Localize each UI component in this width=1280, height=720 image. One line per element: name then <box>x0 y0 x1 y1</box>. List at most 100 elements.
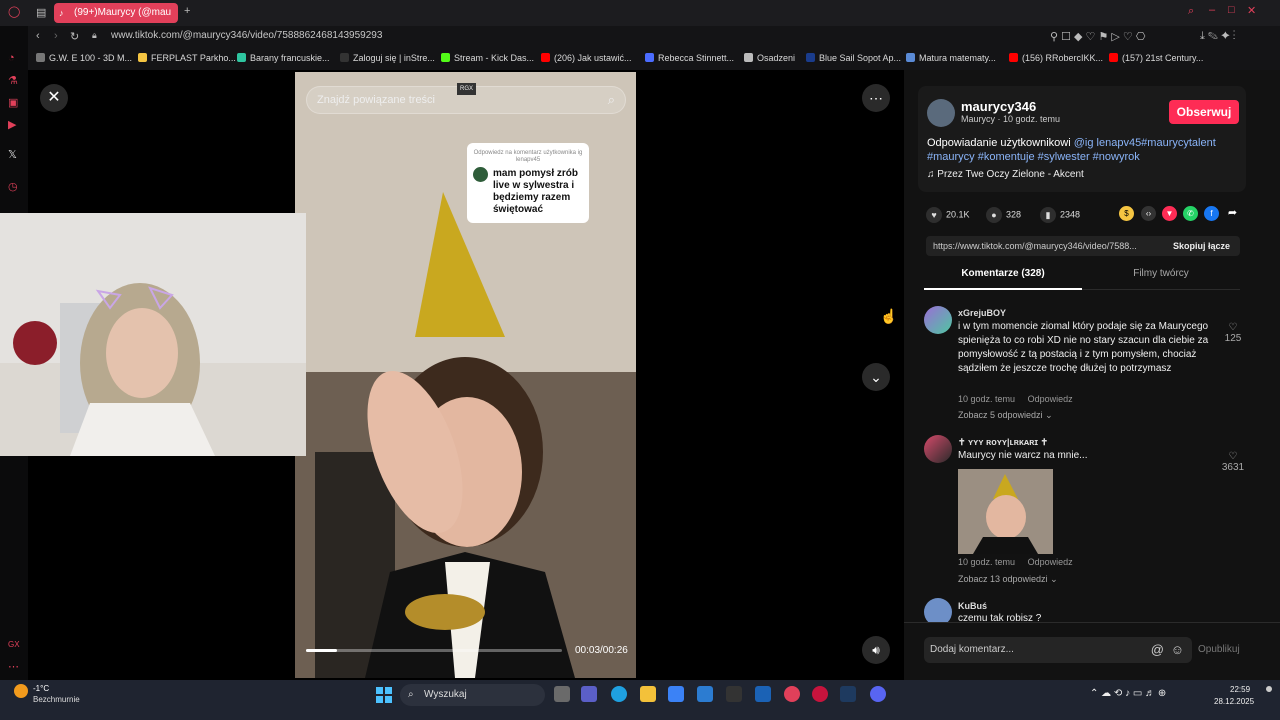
tab-menu-icon[interactable]: ▤ <box>36 6 46 19</box>
music-row[interactable]: ♫ Przez Twe Oczy Zielone - Akcent <box>927 169 1084 180</box>
notification-icon[interactable] <box>1266 686 1272 692</box>
maximize-icon[interactable]: □ <box>1228 4 1235 16</box>
toolbar-icons[interactable]: ⤓ ✎ ✦ ⋮ <box>1200 30 1236 43</box>
video-link[interactable]: https://www.tiktok.com/@maurycy346/video… <box>933 241 1137 251</box>
bookmark-item[interactable]: Zaloguj się | inStre... <box>340 53 435 63</box>
close-window-icon[interactable]: ✕ <box>1247 4 1256 17</box>
post-comment-button[interactable]: Opublikuj <box>1198 644 1240 655</box>
comment-like[interactable]: ♡ 3631 <box>1218 451 1248 473</box>
app-icon[interactable] <box>755 686 771 702</box>
bookmark-icon[interactable]: ▮ <box>1040 207 1056 223</box>
search-tabs-icon[interactable]: ⌕ <box>1188 5 1194 18</box>
new-tab-icon[interactable]: + <box>184 5 190 17</box>
heart-icon[interactable]: ♥ <box>926 207 942 223</box>
heart-outline-icon[interactable]: ♡ <box>1218 451 1248 462</box>
comment-avatar[interactable] <box>924 435 952 463</box>
opera-active-icon[interactable] <box>812 686 828 702</box>
discord-icon[interactable] <box>870 686 886 702</box>
bookmark-item[interactable]: (157) 21st Century... <box>1109 53 1203 63</box>
opera-gx-icon[interactable] <box>784 686 800 702</box>
sidebar-history-icon[interactable]: ◷ <box>8 180 18 193</box>
forward-icon[interactable]: › <box>54 30 58 42</box>
related-search-input[interactable]: Znajdź powiązane treści RGX ⌕ <box>306 83 626 114</box>
weather-temp[interactable]: -1°C <box>33 684 49 693</box>
close-video-button[interactable]: ✕ <box>40 84 68 112</box>
bookmark-item[interactable]: G.W. E 100 - 3D M... <box>36 53 132 63</box>
search-icon[interactable]: ⌕ <box>608 87 615 113</box>
sidebar-youtube-icon[interactable]: ▶ <box>8 118 16 131</box>
emoji-icon[interactable]: ☺ <box>1171 637 1184 663</box>
capcut-icon[interactable] <box>726 686 742 702</box>
comment-stat[interactable]: ● 328 <box>986 207 1021 223</box>
windows-start-icon[interactable] <box>376 687 392 703</box>
teams-icon[interactable] <box>581 686 597 702</box>
comment-avatar[interactable] <box>924 598 952 622</box>
clock-date[interactable]: 28.12.2025 <box>1214 697 1254 706</box>
progress-track[interactable] <box>306 649 562 652</box>
task-view-icon[interactable] <box>554 686 570 702</box>
mail-icon[interactable] <box>697 686 713 702</box>
comment-avatar[interactable] <box>924 306 952 334</box>
like-stat[interactable]: ♥ 20.1K <box>926 207 970 223</box>
clock-time[interactable]: 22:59 <box>1230 685 1250 694</box>
view-replies-button[interactable]: Zobacz 13 odpowiedzi ⌄ <box>958 574 1058 585</box>
url-field[interactable]: www.tiktok.com/@maurycy346/video/7588862… <box>111 30 382 41</box>
sidebar-more-icon[interactable]: ⋯ <box>8 660 19 673</box>
more-options-button[interactable]: ⋯ <box>862 84 890 112</box>
bookmark-item[interactable]: Stream - Kick Das... <box>441 53 534 63</box>
reply-button[interactable]: Odpowiedz <box>1028 394 1073 404</box>
sidebar-x-icon[interactable]: 𝕏 <box>8 148 17 161</box>
bookmark-item[interactable]: Barany francuskie... <box>237 53 330 63</box>
save-stat[interactable]: ▮ 2348 <box>1040 207 1080 223</box>
tab-comments[interactable]: Komentarze (328) <box>924 268 1082 290</box>
sidebar-extensions-icon[interactable]: ⚗ <box>8 74 18 87</box>
next-video-button[interactable]: ⌄ <box>862 363 890 391</box>
extension-icons[interactable]: ⚲ ☐ ◆ ♡ ⚑ ▷ ♡ ⎔ <box>1050 30 1145 43</box>
comment-input[interactable]: Dodaj komentarz... @ ☺ <box>924 637 1192 663</box>
opera-logo-icon[interactable]: ◯ <box>8 5 20 18</box>
comment-icon[interactable]: ● <box>986 207 1002 223</box>
steam-icon[interactable] <box>840 686 856 702</box>
coin-icon[interactable]: $ <box>1119 206 1134 221</box>
embed-icon[interactable]: ‹› <box>1141 206 1156 221</box>
author-handle[interactable]: maurycy346 <box>961 99 1036 114</box>
tab-creator-videos[interactable]: Filmy twórcy <box>1082 268 1240 279</box>
bookmark-item[interactable]: Rebecca Stinnett... <box>645 53 734 63</box>
back-icon[interactable]: ‹ <box>36 30 40 42</box>
whatsapp-icon[interactable]: ✆ <box>1183 206 1198 221</box>
bookmark-item[interactable]: (206) Jak ustawić... <box>541 53 632 63</box>
bookmark-item[interactable]: (156) RRobercIKK... <box>1009 53 1103 63</box>
bookmark-item[interactable]: FERPLAST Parkho... <box>138 53 236 63</box>
file-explorer-icon[interactable] <box>640 686 656 702</box>
active-tab[interactable]: ♪ (99+)Maurycy (@mau <box>54 3 178 23</box>
follow-button[interactable]: Obserwuj <box>1169 100 1239 124</box>
volume-button[interactable]: 🔊︎ <box>862 636 890 664</box>
sidebar-messenger-icon[interactable]: ▣ <box>8 96 18 109</box>
heart-outline-icon[interactable]: ♡ <box>1218 322 1248 333</box>
tray-icons[interactable]: ⌃ ☁ ⟲ ♪ ▭ ♬ ⊕ <box>1090 688 1166 699</box>
comment-username[interactable]: xGrejuBOY <box>958 308 1006 318</box>
mention-icon[interactable]: @ <box>1151 637 1164 663</box>
bookmark-item[interactable]: Matura matematy... <box>906 53 996 63</box>
copy-link-button[interactable]: Skopiuj łącze <box>1173 236 1230 256</box>
share-icon[interactable]: ➦ <box>1225 206 1240 221</box>
bookmark-item[interactable]: Blue Sail Sopot Ap... <box>806 53 901 63</box>
comment-image[interactable] <box>958 469 1053 554</box>
send-icon[interactable]: ▼ <box>1162 206 1177 221</box>
bookmark-item[interactable]: Osadzeni <box>744 53 795 63</box>
comment-username[interactable]: KuBuś <box>958 601 987 611</box>
weather-icon[interactable] <box>14 684 28 698</box>
comment-username[interactable]: ✝ ʏʏʏ ʀᴏʏʏ|ʟʀᴋᴀʀɪ ✝ <box>958 437 1048 448</box>
minimize-icon[interactable]: – <box>1209 4 1215 16</box>
reply-button[interactable]: Odpowiedz <box>1028 557 1073 567</box>
comment-like[interactable]: ♡ 125 <box>1218 322 1248 344</box>
view-replies-button[interactable]: Zobacz 5 odpowiedzi ⌄ <box>958 410 1053 421</box>
sidebar-gx-icon[interactable]: GX <box>8 640 20 649</box>
author-avatar[interactable] <box>927 99 955 127</box>
taskbar-search[interactable]: ⌕ Wyszukaj <box>400 684 545 706</box>
sidebar-aria-icon[interactable]: ◔ <box>8 52 15 64</box>
reload-icon[interactable]: ↻ <box>70 30 79 43</box>
edge-icon[interactable] <box>611 686 627 702</box>
store-icon[interactable] <box>668 686 684 702</box>
facebook-icon[interactable]: f <box>1204 206 1219 221</box>
